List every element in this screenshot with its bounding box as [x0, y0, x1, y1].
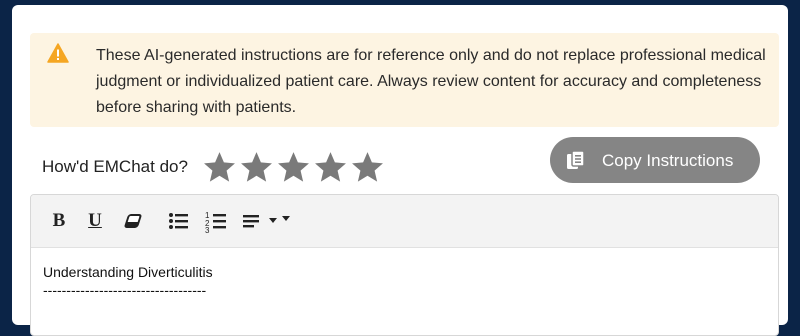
disclaimer-text: These AI-generated instructions are for … [96, 47, 766, 116]
clear-format-button[interactable] [119, 209, 147, 233]
star-3-icon[interactable] [276, 150, 311, 184]
instructions-editor[interactable]: B U 1 2 3 Understanding Diverticulitis -… [30, 194, 779, 336]
copy-instructions-button[interactable]: Copy Instructions [550, 137, 760, 183]
editor-toolbar: B U 1 2 3 [31, 195, 778, 248]
svg-text:3: 3 [205, 226, 210, 233]
numbered-list-icon: 1 2 3 [205, 211, 226, 235]
star-2-icon[interactable] [239, 150, 274, 184]
instructions-title: Understanding Diverticulitis [43, 264, 213, 280]
align-left-icon [243, 215, 290, 228]
copy-instructions-label: Copy Instructions [602, 151, 734, 170]
eraser-icon [124, 214, 142, 228]
title-underline: ----------------------------------- [43, 282, 207, 298]
disclaimer-alert: These AI-generated instructions are for … [30, 33, 779, 127]
star-4-icon[interactable] [313, 150, 348, 184]
editor-content[interactable]: Understanding Diverticulitis -----------… [43, 263, 213, 299]
bold-button[interactable]: B [45, 209, 73, 233]
star-1-icon[interactable] [202, 150, 237, 184]
underline-button[interactable]: U [81, 209, 109, 233]
bulleted-list-button[interactable] [165, 209, 193, 233]
rating-label: How'd EMChat do? [42, 157, 188, 176]
copy-icon [567, 150, 585, 169]
instructions-card: These AI-generated instructions are for … [12, 5, 788, 336]
align-dropdown-button[interactable] [241, 209, 297, 233]
star-5-icon[interactable] [350, 150, 385, 184]
numbered-list-button[interactable]: 1 2 3 [203, 209, 231, 235]
star-rating[interactable] [202, 150, 385, 184]
warning-triangle-icon [47, 43, 69, 63]
bulleted-list-icon [169, 213, 188, 229]
